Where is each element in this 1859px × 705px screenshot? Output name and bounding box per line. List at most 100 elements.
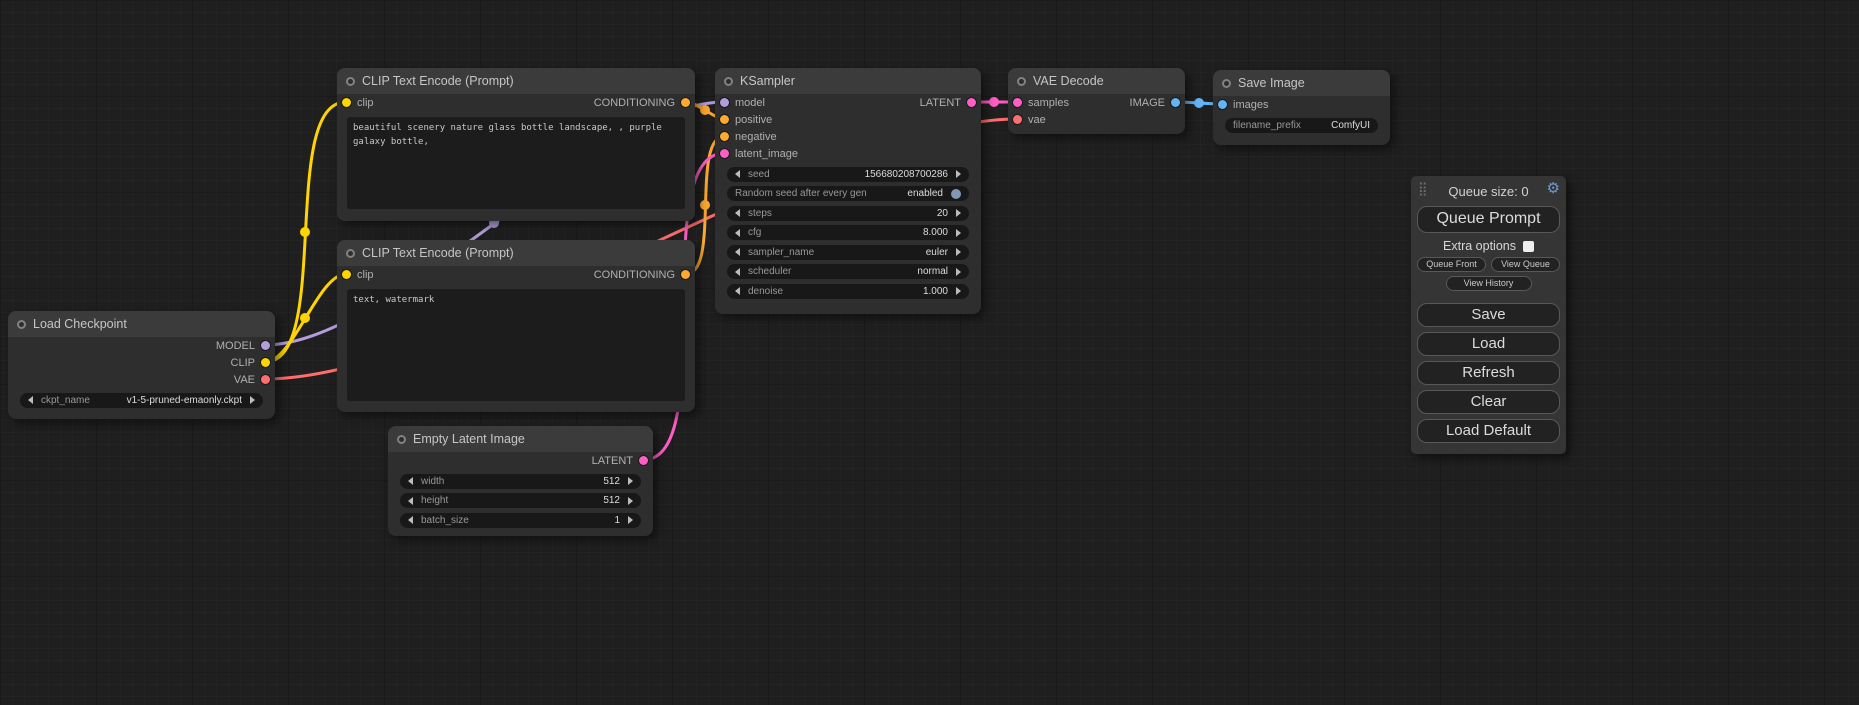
node-collapse-icon[interactable]	[346, 77, 355, 86]
input-dot-clip[interactable]	[342, 270, 351, 279]
node-collapse-icon[interactable]	[346, 249, 355, 258]
node-titlebar[interactable]: Save Image	[1213, 70, 1390, 96]
output-dot-image[interactable]	[1171, 98, 1180, 107]
decrement-arrow-icon[interactable]	[408, 497, 413, 505]
input-dot-images[interactable]	[1218, 100, 1227, 109]
output-dot-latent[interactable]	[639, 456, 648, 465]
decrement-arrow-icon[interactable]	[735, 209, 740, 217]
increment-arrow-icon[interactable]	[956, 209, 961, 217]
input-dot-negative[interactable]	[720, 132, 729, 141]
node-empty-latent-image[interactable]: Empty Latent Image LATENT width 512 heig…	[388, 426, 653, 536]
positive-prompt-textarea[interactable]: beautiful scenery nature glass bottle la…	[347, 117, 685, 209]
input-dot-latent-image[interactable]	[720, 149, 729, 158]
input-dot-positive[interactable]	[720, 115, 729, 124]
queue-front-button[interactable]: Queue Front	[1417, 257, 1486, 272]
queue-prompt-button[interactable]: Queue Prompt	[1417, 206, 1560, 233]
node-collapse-icon[interactable]	[17, 320, 26, 329]
node-collapse-icon[interactable]	[1222, 79, 1231, 88]
comfy-menu-panel[interactable]: ⣿ Queue size: 0 ⚙ Queue Prompt Extra opt…	[1411, 176, 1566, 454]
settings-gear-icon[interactable]: ⚙	[1547, 181, 1560, 196]
input-slot-clip[interactable]: clip	[337, 94, 374, 111]
decrement-arrow-icon[interactable]	[735, 229, 740, 237]
decrement-arrow-icon[interactable]	[735, 268, 740, 276]
output-dot-model[interactable]	[261, 341, 270, 350]
output-slot-vae[interactable]: VAE	[8, 371, 275, 388]
widget-sampler-name[interactable]: sampler_name euler	[727, 245, 969, 260]
widget-height[interactable]: height 512	[400, 493, 641, 508]
input-slot-positive[interactable]: positive	[715, 111, 981, 128]
decrement-arrow-icon[interactable]	[735, 287, 740, 295]
increment-arrow-icon[interactable]	[956, 229, 961, 237]
decrement-arrow-icon[interactable]	[408, 477, 413, 485]
node-vae-decode[interactable]: VAE Decode samples vae IMAGE	[1008, 68, 1185, 134]
node-collapse-icon[interactable]	[724, 77, 733, 86]
widget-scheduler[interactable]: scheduler normal	[727, 264, 969, 279]
output-dot-vae[interactable]	[261, 375, 270, 384]
widget-seed[interactable]: seed 156680208700286	[727, 167, 969, 182]
input-slot-negative[interactable]: negative	[715, 128, 981, 145]
refresh-button[interactable]: Refresh	[1417, 361, 1560, 385]
node-titlebar[interactable]: Load Checkpoint	[8, 311, 275, 337]
load-default-button[interactable]: Load Default	[1417, 419, 1560, 443]
load-button[interactable]: Load	[1417, 332, 1560, 356]
view-history-button[interactable]: View History	[1446, 276, 1532, 291]
node-collapse-icon[interactable]	[1017, 77, 1026, 86]
increment-arrow-icon[interactable]	[956, 170, 961, 178]
node-load-checkpoint[interactable]: Load Checkpoint MODEL CLIP VAE ckpt_name…	[8, 311, 275, 419]
extra-options-checkbox[interactable]	[1523, 241, 1534, 252]
drag-handle-icon[interactable]: ⣿	[1418, 182, 1428, 195]
widget-steps[interactable]: steps 20	[727, 206, 969, 221]
increment-arrow-icon[interactable]	[250, 396, 255, 404]
increment-arrow-icon[interactable]	[956, 287, 961, 295]
clear-button[interactable]: Clear	[1417, 390, 1560, 414]
input-slot-vae[interactable]: vae	[1008, 111, 1185, 128]
decrement-arrow-icon[interactable]	[735, 170, 740, 178]
input-dot-vae[interactable]	[1013, 115, 1022, 124]
node-titlebar[interactable]: CLIP Text Encode (Prompt)	[337, 68, 695, 94]
node-titlebar[interactable]: CLIP Text Encode (Prompt)	[337, 240, 695, 266]
output-slot-latent[interactable]: LATENT	[388, 452, 653, 469]
node-titlebar[interactable]: VAE Decode	[1008, 68, 1185, 94]
output-dot-conditioning[interactable]	[681, 98, 690, 107]
widget-batch-size[interactable]: batch_size 1	[400, 513, 641, 528]
negative-prompt-textarea[interactable]: text, watermark	[347, 289, 685, 401]
output-slot-image[interactable]: IMAGE	[1130, 94, 1185, 111]
increment-arrow-icon[interactable]	[628, 477, 633, 485]
output-slot-clip[interactable]: CLIP	[8, 354, 275, 371]
toggle-knob-icon[interactable]	[951, 189, 961, 199]
node-clip-text-encode-negative[interactable]: CLIP Text Encode (Prompt) clip CONDITION…	[337, 240, 695, 412]
output-dot-latent[interactable]	[967, 98, 976, 107]
input-dot-model[interactable]	[720, 98, 729, 107]
view-queue-button[interactable]: View Queue	[1491, 257, 1560, 272]
input-dot-samples[interactable]	[1013, 98, 1022, 107]
decrement-arrow-icon[interactable]	[408, 516, 413, 524]
input-slot-clip[interactable]: clip	[337, 266, 374, 283]
increment-arrow-icon[interactable]	[628, 497, 633, 505]
output-dot-conditioning[interactable]	[681, 270, 690, 279]
decrement-arrow-icon[interactable]	[735, 248, 740, 256]
input-dot-clip[interactable]	[342, 98, 351, 107]
node-graph-canvas[interactable]: Load Checkpoint MODEL CLIP VAE ckpt_name…	[0, 0, 1859, 705]
widget-cfg[interactable]: cfg 8.000	[727, 225, 969, 240]
decrement-arrow-icon[interactable]	[28, 396, 33, 404]
increment-arrow-icon[interactable]	[956, 248, 961, 256]
input-slot-images[interactable]: images	[1213, 96, 1390, 113]
widget-width[interactable]: width 512	[400, 474, 641, 489]
save-button[interactable]: Save	[1417, 303, 1560, 327]
increment-arrow-icon[interactable]	[956, 268, 961, 276]
output-slot-model[interactable]: MODEL	[8, 337, 275, 354]
node-titlebar[interactable]: KSampler	[715, 68, 981, 94]
output-slot-latent[interactable]: LATENT	[920, 94, 981, 111]
input-slot-latent-image[interactable]: latent_image	[715, 145, 981, 162]
node-titlebar[interactable]: Empty Latent Image	[388, 426, 653, 452]
widget-random-seed-toggle[interactable]: Random seed after every gen enabled	[727, 186, 969, 201]
output-dot-clip[interactable]	[261, 358, 270, 367]
node-save-image[interactable]: Save Image images filename_prefix ComfyU…	[1213, 70, 1390, 145]
output-slot-conditioning[interactable]: CONDITIONING	[594, 266, 695, 283]
node-collapse-icon[interactable]	[397, 435, 406, 444]
widget-ckpt-name[interactable]: ckpt_name v1-5-pruned-emaonly.ckpt	[20, 393, 263, 408]
node-clip-text-encode-positive[interactable]: CLIP Text Encode (Prompt) clip CONDITION…	[337, 68, 695, 221]
widget-filename-prefix[interactable]: filename_prefix ComfyUI	[1225, 118, 1378, 133]
node-ksampler[interactable]: KSampler model positive negative latent_…	[715, 68, 981, 314]
widget-denoise[interactable]: denoise 1.000	[727, 284, 969, 299]
